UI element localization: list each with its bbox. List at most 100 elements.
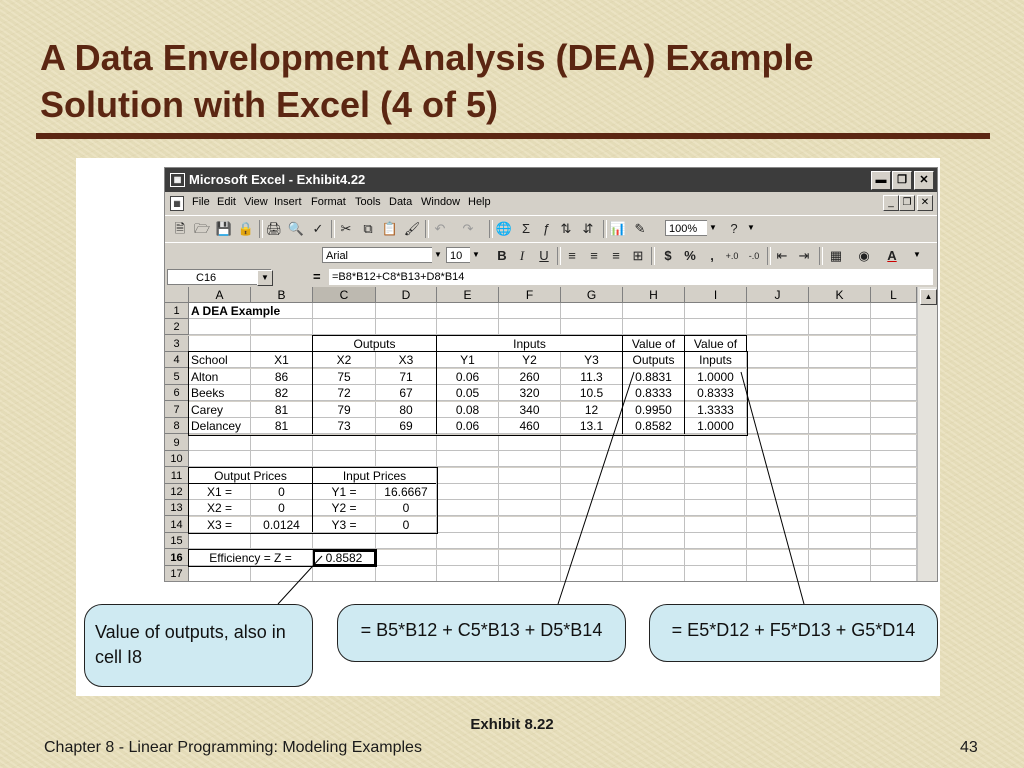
empty-cell[interactable] [747,566,809,581]
empty-cell[interactable] [561,483,623,500]
select-all-corner[interactable] [165,287,189,303]
cell-column-label[interactable]: Y1 [437,352,499,369]
empty-cell[interactable] [747,500,809,517]
empty-cell[interactable] [437,483,499,500]
row-header[interactable]: 15 [165,533,189,550]
cell-value-of-inputs-header[interactable]: Value of [685,335,747,352]
empty-cell[interactable] [871,401,917,418]
name-box[interactable]: C16 [167,269,271,285]
empty-cell[interactable] [747,401,809,418]
save-icon[interactable]: 💾 [215,220,233,238]
empty-cell[interactable] [747,418,809,435]
function-icon[interactable]: ƒ [537,220,555,238]
row-header[interactable]: 12 [165,483,189,500]
empty-cell[interactable] [189,319,251,336]
empty-cell[interactable] [437,533,499,550]
autosum-icon[interactable]: Σ [517,220,535,238]
empty-cell[interactable] [871,434,917,451]
empty-cell[interactable] [871,467,917,484]
empty-cell[interactable] [499,467,561,484]
empty-cell[interactable] [561,566,623,581]
column-header[interactable]: C [313,287,376,303]
drawing-icon[interactable]: ✎ [631,220,649,238]
cell-school-value[interactable]: 0.8333 [685,385,747,402]
cell-school-value[interactable]: 11.3 [561,368,623,385]
cell-value-of-outputs-header[interactable]: Value of [623,335,685,352]
empty-cell[interactable] [313,434,376,451]
empty-cell[interactable] [747,335,809,352]
sort-descending-icon[interactable]: ⇵ [579,220,597,238]
spreadsheet-grid[interactable]: ▲ A B C D E F G H I J K L 1 2 3 4 5 6 7 8 9 10 11 12 13 14 15 16 17 A… [165,287,937,581]
cell-column-label[interactable]: School [189,352,251,369]
column-header[interactable]: H [623,287,685,303]
menu-view[interactable]: View [244,196,268,208]
empty-cell[interactable] [189,451,251,468]
empty-cell[interactable] [871,533,917,550]
empty-cell[interactable] [809,516,871,533]
cell-school-value[interactable]: 79 [313,401,376,418]
decrease-decimal-icon[interactable]: -.0 [745,247,763,265]
borders-icon[interactable]: ▦ [827,247,845,265]
empty-cell[interactable] [561,467,623,484]
menu-file[interactable]: File [192,196,210,208]
empty-cell[interactable] [561,451,623,468]
increase-decimal-icon[interactable]: +.0 [723,247,741,265]
row-header[interactable]: 10 [165,451,189,468]
cell-school-value[interactable]: 0.05 [437,385,499,402]
empty-cell[interactable] [376,549,437,566]
chart-wizard-icon[interactable]: 📊 [609,220,627,238]
row-header[interactable]: 14 [165,516,189,533]
cell-output-prices-header[interactable]: Output Prices [189,467,313,484]
empty-cell[interactable] [747,368,809,385]
cell-school-value[interactable]: 340 [499,401,561,418]
cell-efficiency-label[interactable]: Efficiency = Z = [189,549,313,566]
fill-color-icon[interactable]: ◉ [855,247,873,265]
cell-school-value[interactable]: 80 [376,401,437,418]
cell-inputs-group-header[interactable]: Inputs [437,335,623,352]
empty-cell[interactable] [809,500,871,517]
cell-input-prices-header[interactable]: Input Prices [313,467,437,484]
empty-cell[interactable] [685,319,747,336]
comma-button[interactable]: , [703,247,721,265]
menu-help[interactable]: Help [468,196,491,208]
italic-button[interactable]: I [513,247,531,265]
empty-cell[interactable] [561,516,623,533]
hyperlink-icon[interactable]: 🌐 [495,220,513,238]
minimize-window-button[interactable]: ▬ [871,171,891,190]
row-header[interactable]: 4 [165,352,189,369]
empty-cell[interactable] [499,451,561,468]
cell-price-label[interactable]: X3 = [189,516,251,533]
empty-cell[interactable] [809,335,871,352]
cell-school-value[interactable]: 12 [561,401,623,418]
workbook-icon[interactable]: ▦ [170,196,184,211]
cell-column-label[interactable]: X1 [251,352,313,369]
empty-cell[interactable] [871,516,917,533]
empty-cell[interactable] [437,434,499,451]
copy-icon[interactable]: ⧉ [359,220,377,238]
row-header[interactable]: 1 [165,303,189,319]
cell-column-label[interactable]: Y2 [499,352,561,369]
empty-cell[interactable] [437,467,499,484]
empty-cell[interactable] [871,483,917,500]
empty-cell[interactable] [623,303,685,319]
scroll-up-arrow[interactable]: ▲ [920,289,937,305]
column-header[interactable]: E [437,287,499,303]
cell-school-value[interactable]: 1.0000 [685,368,747,385]
cell-school-value[interactable]: 0.8582 [623,418,685,435]
cell-school-name[interactable]: Beeks [189,385,251,402]
empty-cell[interactable] [623,516,685,533]
empty-cell[interactable] [747,533,809,550]
empty-cell[interactable] [809,303,871,319]
cell-output-price-value[interactable]: 0.0124 [251,516,313,533]
empty-cell[interactable] [809,434,871,451]
empty-cell[interactable] [809,401,871,418]
merge-center-icon[interactable]: ⊞ [629,247,647,265]
cell-output-price-value[interactable]: 0 [251,500,313,517]
font-name-dropdown-arrow[interactable]: ▼ [432,247,444,263]
empty-cell[interactable] [313,566,376,581]
row-header[interactable]: 11 [165,467,189,484]
cell-value-of-outputs-header[interactable]: Outputs [623,352,685,369]
empty-cell[interactable] [561,533,623,550]
empty-cell[interactable] [623,319,685,336]
cell-school-value[interactable]: 75 [313,368,376,385]
